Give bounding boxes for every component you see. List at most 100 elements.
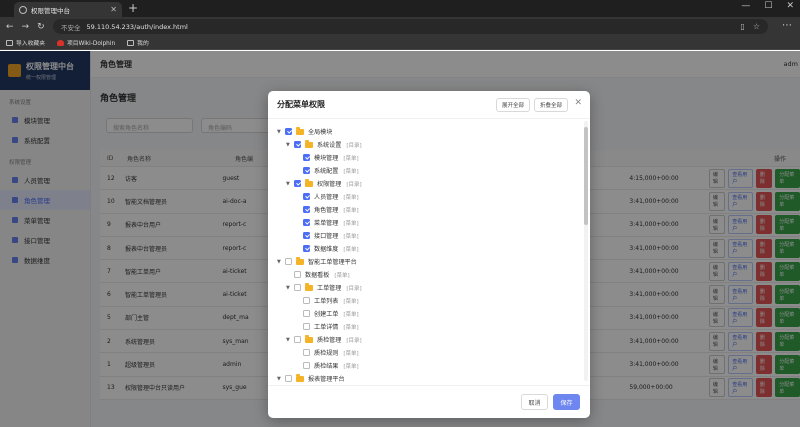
tree-node-label: 模块管理 [314,155,339,162]
tree-checkbox[interactable] [303,154,310,161]
tree-node-type: [菜单] [343,246,359,253]
bookmark-mine[interactable]: 我的 [127,38,149,47]
expand-arrow-icon[interactable]: ▼ [286,337,294,343]
tree-node-type: [菜单] [343,194,359,201]
huawei-logo-icon [57,39,64,46]
tab-close-icon[interactable]: ✕ [110,5,117,14]
tree-node[interactable]: 人员管理 [菜单] [295,190,359,203]
tree-node[interactable]: 模块管理 [菜单] [295,151,359,164]
tree-node[interactable]: ▼ 系统设置 [目录] [286,138,362,151]
tree-checkbox[interactable] [303,349,310,356]
bookmark-import[interactable]: 导入收藏夹 [6,38,45,47]
forward-icon[interactable]: → [22,22,30,32]
dialog-footer: 取消 保存 [268,385,590,418]
expand-all-button[interactable]: 展开全部 [495,98,530,112]
tree-checkbox[interactable] [294,141,301,148]
tree-checkbox[interactable] [294,336,301,343]
browser-menu-icon[interactable]: ⋯ [782,20,792,31]
bookmark-label: 我的 [137,41,149,47]
url-bar[interactable]: 不安全 59.110.54.233/auth/index.html ▯ ☆ [53,19,768,34]
tree-checkbox[interactable] [303,310,310,317]
tree-scrollbar[interactable] [584,121,588,381]
bookmark-label: 导入收藏夹 [16,41,45,47]
tree-checkbox[interactable] [303,323,310,330]
tree-checkbox[interactable] [303,245,310,252]
tab-title: 权限管理中台 [31,6,70,15]
tree-node[interactable]: 创建工单 [菜单] [295,307,359,320]
tree-checkbox[interactable] [285,375,292,382]
tree-node-label: 创建工单 [314,311,339,318]
tree-node[interactable]: 接口管理 [菜单] [295,229,359,242]
address-bar-row: ← → ↻ 不安全 59.110.54.233/auth/index.html … [0,17,800,36]
save-button[interactable]: 保存 [553,394,580,410]
window-controls: — ☐ ✕ [741,1,794,11]
tree-node[interactable]: 数据维度 [菜单] [295,242,359,255]
collapse-all-button[interactable]: 折叠全部 [533,98,568,112]
cancel-button[interactable]: 取消 [521,394,548,410]
tree-node-label: 报表管理平台 [308,376,345,383]
maximize-icon[interactable]: ☐ [764,1,772,11]
folder-icon [296,127,304,135]
tree-node[interactable]: ▼ 权限管理 [目录] [286,177,362,190]
scrollbar-thumb[interactable] [584,127,588,225]
reload-icon[interactable]: ↻ [37,22,45,32]
tree-node-type: [菜单] [343,311,359,318]
tree-node[interactable]: ▼ 全局模块 [277,125,332,138]
folder-icon [305,140,313,148]
close-icon[interactable]: ✕ [574,98,582,108]
tree-checkbox[interactable] [303,206,310,213]
tree-node[interactable]: ▼ 工单管理 [目录] [286,281,362,294]
tree-node-type: [目录] [346,142,362,149]
tree-checkbox[interactable] [285,258,292,265]
expand-arrow-icon[interactable]: ▼ [286,142,294,148]
tree-checkbox[interactable] [303,362,310,369]
tree-node[interactable]: 质检规则 [菜单] [295,346,359,359]
tree-checkbox[interactable] [294,180,301,187]
expand-arrow-icon[interactable]: ▼ [277,376,285,382]
tree-checkbox[interactable] [303,232,310,239]
tree-node[interactable]: ▼ 质检管理 [目录] [286,333,362,346]
tree-node[interactable]: 工单列表 [菜单] [295,294,359,307]
tree-node-type: [菜单] [334,272,350,279]
tree-checkbox[interactable] [303,297,310,304]
tree-node-label: 角色管理 [314,207,339,214]
tree-checkbox[interactable] [303,193,310,200]
close-window-icon[interactable]: ✕ [786,1,794,11]
tree-node[interactable]: 菜单管理 [菜单] [295,216,359,229]
tree-checkbox[interactable] [294,271,301,278]
expand-arrow-icon[interactable]: ▼ [286,181,294,187]
expand-arrow-icon[interactable]: ▼ [277,129,285,135]
tree-node[interactable]: ▼ 智能工单管理平台 [277,255,357,268]
tree-node[interactable]: 工单详情 [菜单] [295,320,359,333]
bookmark-label: 项目Wiki-Dolphin [67,41,116,47]
tree-node-type: [目录] [346,285,362,292]
tree-node[interactable]: 角色管理 [菜单] [295,203,359,216]
tree-node-type: [菜单] [343,350,359,357]
tree-node-label: 权限管理 [317,181,342,188]
tree-node-type: [菜单] [343,168,359,175]
expand-arrow-icon[interactable]: ▼ [286,285,294,291]
tree-checkbox[interactable] [294,284,301,291]
folder-icon [127,39,135,46]
tree-node-label: 全局模块 [308,129,333,136]
browser-tabbar: 权限管理中台 ✕ + — ☐ ✕ [0,0,800,17]
minimize-icon[interactable]: — [741,1,750,11]
tree-checkbox[interactable] [285,128,292,135]
globe-icon [19,5,27,14]
browser-tab[interactable]: 权限管理中台 ✕ [14,2,122,17]
bookmark-wiki[interactable]: 项目Wiki-Dolphin [57,38,115,47]
tree-node[interactable]: ▼ 报表管理平台 [277,372,345,385]
tree-checkbox[interactable] [303,219,310,226]
tree-node[interactable]: 系统配置 [菜单] [295,164,359,177]
tree-node-label: 质检规则 [314,350,339,357]
tree-node[interactable]: 质检结果 [菜单] [295,359,359,372]
new-tab-icon[interactable]: + [128,1,138,15]
expand-arrow-icon[interactable]: ▼ [277,259,285,265]
tree-node[interactable]: 数据看板 [菜单] [286,268,350,281]
bookmark-star-icon[interactable]: ☆ [753,22,760,31]
reader-icon[interactable]: ▯ [740,22,744,31]
tree-checkbox[interactable] [303,167,310,174]
import-icon [6,39,13,46]
back-icon[interactable]: ← [6,22,14,32]
tree-node-label: 数据维度 [314,246,339,253]
